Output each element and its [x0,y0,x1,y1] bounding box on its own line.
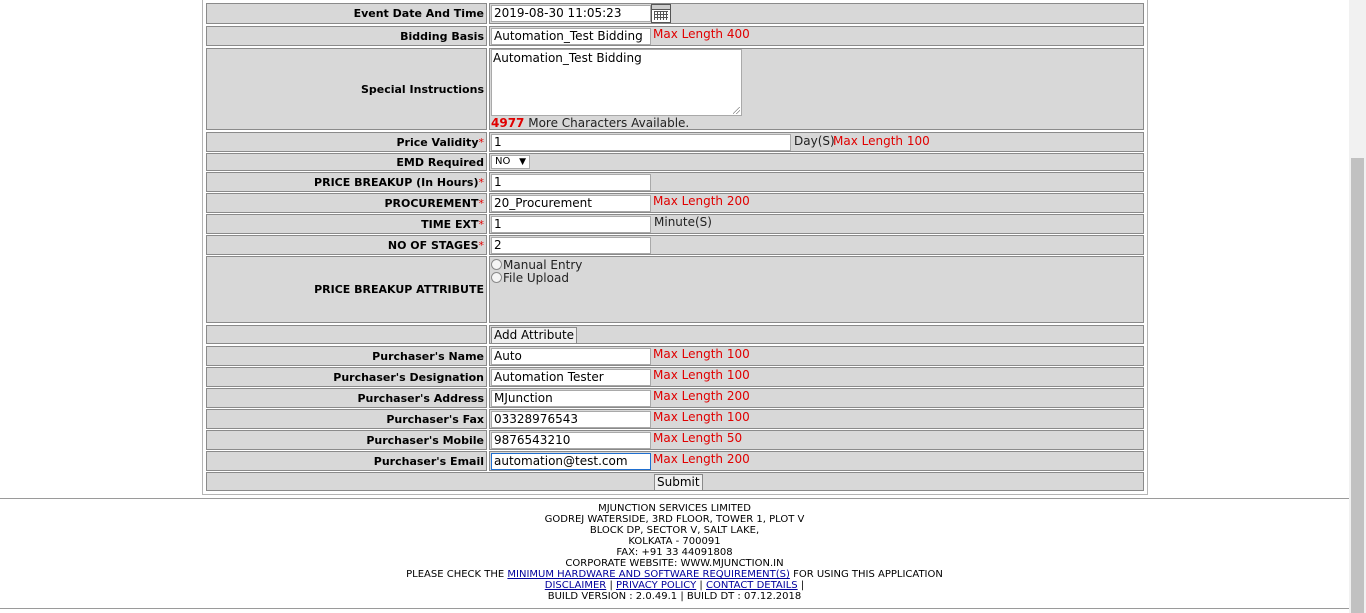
row-emd-required: EMD Required NO ▼ [206,153,1144,171]
calendar-icon[interactable] [651,4,671,23]
row-purchaser-address: Purchaser's Address MJunction Max Length… [206,388,1144,408]
footer-links: DISCLAIMER | PRIVACY POLICY | CONTACT DE… [0,580,1349,591]
row-price-validity: Price Validity * 1 Day(S) Max Length 100 [206,132,1144,152]
price-validity-unit: Day(S) [794,134,835,148]
procurement-maxlength: Max Length 200 [653,194,750,208]
purchaser-email-maxlength: Max Length 200 [653,452,750,466]
row-event-date: Event Date And Time 2019-08-30 11:05:23 [206,3,1144,24]
footer-check-suffix: FOR USING THIS APPLICATION [793,569,943,580]
chars-remaining-count: 4977 [491,116,525,130]
submit-button[interactable]: Submit [654,474,703,491]
privacy-policy-link[interactable]: PRIVACY POLICY [616,580,696,591]
scrollbar-thumb[interactable] [1351,158,1364,613]
manual-entry-label: Manual Entry [503,258,583,272]
procurement-label: PROCUREMENT * [206,193,487,213]
purchaser-mobile-maxlength: Max Length 50 [653,431,743,445]
footer-sep: | [699,580,703,591]
footer: MJUNCTION SERVICES LIMITED GODREJ WATERS… [0,503,1349,602]
footer-build: BUILD VERSION : 2.0.49.1 | BUILD DT : 07… [547,591,802,602]
purchaser-fax-label: Purchaser's Fax [206,409,487,429]
row-price-breakup-hours: PRICE BREAKUP (In Hours) * 1 [206,172,1144,192]
footer-check-prefix: PLEASE CHECK THE [406,569,505,580]
chevron-down-icon: ▼ [519,157,526,167]
chars-remaining-text: More Characters Available. [528,116,690,130]
footer-website: CORPORATE WEBSITE: WWW.MJUNCTION.IN [565,558,784,569]
row-time-ext: TIME EXT * 1 Minute(S) [206,214,1144,234]
time-ext-label: TIME EXT * [206,214,487,234]
form-panel: Event Date And Time 2019-08-30 11:05:23 … [202,0,1148,495]
time-ext-unit: Minute(S) [654,215,712,229]
purchaser-designation-label: Purchaser's Designation [206,367,487,387]
purchaser-designation-input[interactable]: Automation Tester [491,369,651,386]
purchaser-mobile-label: Purchaser's Mobile [206,430,487,450]
price-validity-maxlength: Max Length 100 [833,134,930,148]
bidding-basis-maxlength: Max Length 400 [653,27,750,41]
footer-address2: BLOCK DP, SECTOR V, SALT LAKE, [589,525,760,536]
footer-fax: FAX: +91 33 44091808 [616,547,733,558]
row-submit: Submit [206,472,1144,491]
price-validity-label: Price Validity * [206,132,487,152]
time-ext-input[interactable]: 1 [491,216,651,233]
row-procurement: PROCUREMENT * 20_Procurement Max Length 2… [206,193,1144,213]
row-purchaser-name: Purchaser's Name Auto Max Length 100 [206,346,1144,366]
disclaimer-link[interactable]: DISCLAIMER [545,580,606,591]
no-of-stages-label: NO OF STAGES * [206,235,487,255]
row-add-attribute: Add Attribute [206,325,1144,344]
special-instructions-textarea[interactable]: Automation_Test Bidding [491,49,742,116]
price-breakup-attribute-label: PRICE BREAKUP ATTRIBUTE [206,256,487,323]
contact-details-link[interactable]: CONTACT DETAILS [706,580,798,591]
row-purchaser-email: Purchaser's Email automation@test.com Ma… [206,451,1144,471]
bidding-basis-input[interactable]: Automation_Test Bidding [491,28,651,45]
price-breakup-hours-input[interactable]: 1 [491,174,651,191]
purchaser-name-label: Purchaser's Name [206,346,487,366]
footer-divider-top [0,498,1349,499]
add-attribute-button[interactable]: Add Attribute [491,327,578,344]
purchaser-fax-maxlength: Max Length 100 [653,410,750,424]
footer-requirements-line: PLEASE CHECK THE MINIMUM HARDWARE AND SO… [0,569,1349,580]
event-date-label: Event Date And Time [206,3,487,24]
no-of-stages-input[interactable]: 2 [491,237,651,254]
footer-divider-bottom [0,608,1349,609]
purchaser-name-input[interactable]: Auto [491,348,651,365]
purchaser-address-input[interactable]: MJunction [491,390,651,407]
footer-sep: | [609,580,613,591]
footer-address3: KOLKATA - 700091 [628,536,721,547]
purchaser-email-label: Purchaser's Email [206,451,487,471]
footer-address1: GODREJ WATERSIDE, 3RD FLOOR, TOWER 1, PL… [544,514,805,525]
manual-entry-radio[interactable] [491,259,502,270]
price-breakup-hours-label: PRICE BREAKUP (In Hours) * [206,172,487,192]
purchaser-designation-maxlength: Max Length 100 [653,368,750,382]
resize-handle-icon[interactable] [733,107,740,114]
row-bidding-basis: Bidding Basis Automation_Test Bidding Ma… [206,26,1144,46]
add-attribute-label-cell [206,325,487,344]
procurement-input[interactable]: 20_Procurement [491,195,651,212]
footer-company: MJUNCTION SERVICES LIMITED [598,503,751,514]
purchaser-fax-input[interactable]: 03328976543 [491,411,651,428]
vertical-scrollbar[interactable] [1349,0,1366,613]
row-purchaser-designation: Purchaser's Designation Automation Teste… [206,367,1144,387]
purchaser-mobile-input[interactable]: 9876543210 [491,432,651,449]
purchaser-name-maxlength: Max Length 100 [653,347,750,361]
footer-sep: | [800,580,805,591]
chars-remaining: 4977 More Characters Available. [491,116,689,130]
emd-required-label: EMD Required [206,153,487,171]
row-purchaser-fax: Purchaser's Fax 03328976543 Max Length 1… [206,409,1144,429]
row-special-instructions: Special Instructions Automation_Test Bid… [206,48,1144,130]
row-no-of-stages: NO OF STAGES * 2 [206,235,1144,255]
requirements-link[interactable]: MINIMUM HARDWARE AND SOFTWARE REQUIREMEN… [507,569,790,580]
file-upload-radio[interactable] [491,272,502,283]
file-upload-label: File Upload [503,271,569,285]
special-instructions-label: Special Instructions [206,48,487,130]
row-price-breakup-attribute: PRICE BREAKUP ATTRIBUTE Manual Entry Fil… [206,256,1144,323]
purchaser-address-label: Purchaser's Address [206,388,487,408]
purchaser-email-input[interactable]: automation@test.com [491,453,651,470]
event-date-input[interactable]: 2019-08-30 11:05:23 [491,5,651,22]
price-validity-input[interactable]: 1 [491,134,791,151]
emd-required-select[interactable]: NO ▼ [491,155,530,169]
row-purchaser-mobile: Purchaser's Mobile 9876543210 Max Length… [206,430,1144,450]
bidding-basis-label: Bidding Basis [206,26,487,46]
purchaser-address-maxlength: Max Length 200 [653,389,750,403]
